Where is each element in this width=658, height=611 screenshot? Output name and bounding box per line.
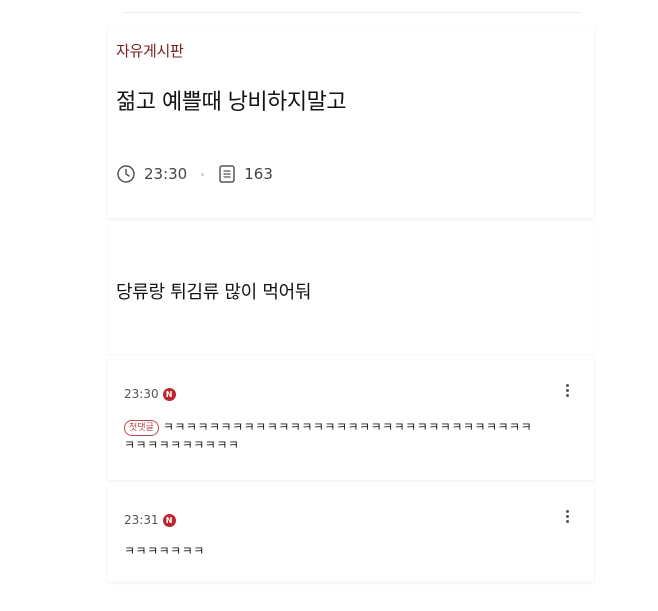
top-divider: [122, 12, 582, 13]
more-dot-icon: [565, 514, 569, 518]
first-comment-tag: 첫댓글: [124, 420, 159, 436]
comment-item: 23:30 N 첫댓글 ㅋㅋㅋㅋㅋㅋㅋㅋㅋㅋㅋㅋㅋㅋㅋㅋㅋㅋㅋㅋㅋㅋㅋㅋㅋㅋㅋㅋㅋ…: [108, 360, 594, 480]
views-icon: [218, 164, 236, 184]
post-body-card: 당류랑 튀김류 많이 먹어둬: [108, 222, 594, 354]
comment-body: 첫댓글 ㅋㅋㅋㅋㅋㅋㅋㅋㅋㅋㅋㅋㅋㅋㅋㅋㅋㅋㅋㅋㅋㅋㅋㅋㅋㅋㅋㅋㅋㅋㅋㅋㅋㅋㅋㅋㅋ…: [124, 418, 534, 454]
more-options-button[interactable]: [560, 380, 574, 400]
post-meta: 23:30 163: [116, 162, 273, 186]
view-count: 163: [244, 165, 273, 183]
comment-meta: 23:30 N: [124, 387, 176, 401]
more-options-button[interactable]: [560, 506, 574, 526]
more-dot-icon: [565, 519, 569, 523]
new-badge: N: [162, 387, 176, 401]
more-dot-icon: [565, 388, 569, 392]
clock-icon: [116, 164, 136, 184]
post-time: 23:30: [144, 165, 188, 183]
board-name-link[interactable]: 자유게시판: [116, 40, 184, 61]
post-body-text: 당류랑 튀김류 많이 먹어둬: [116, 282, 312, 303]
comment-text: ㅋㅋㅋㅋㅋㅋㅋ: [124, 544, 205, 558]
comment-meta: 23:31 N: [124, 513, 176, 527]
meta-separator: [201, 172, 205, 176]
post-title: 젊고 예쁠때 낭비하지말고: [116, 90, 347, 115]
comment-item: 23:31 N ㅋㅋㅋㅋㅋㅋㅋ: [108, 486, 594, 582]
comment-time: 23:31: [124, 513, 159, 527]
more-dot-icon: [565, 383, 569, 387]
comment-text: ㅋㅋㅋㅋㅋㅋㅋㅋㅋㅋㅋㅋㅋㅋㅋㅋㅋㅋㅋㅋㅋㅋㅋㅋㅋㅋㅋㅋㅋㅋㅋㅋㅋㅋㅋㅋㅋㅋㅋㅋ…: [124, 420, 533, 452]
post-header-card: 자유게시판 젊고 예쁠때 낭비하지말고 23:30 163: [108, 26, 594, 218]
more-dot-icon: [565, 393, 569, 397]
comment-time: 23:30: [124, 387, 159, 401]
new-badge: N: [162, 513, 176, 527]
more-dot-icon: [565, 509, 569, 513]
